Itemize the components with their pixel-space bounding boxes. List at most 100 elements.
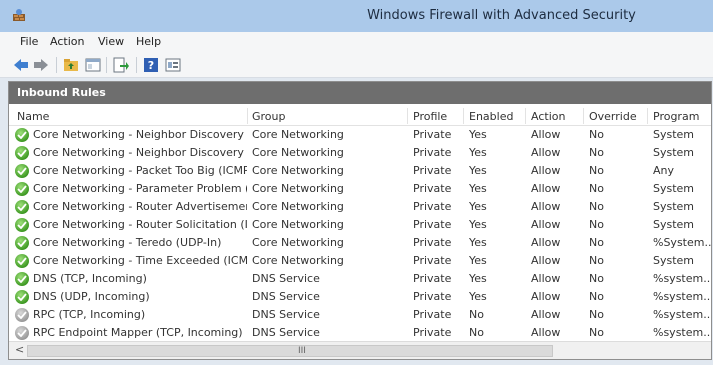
cell-name: Core Networking - Parameter Problem (I..…: [33, 182, 247, 195]
cell-name: Core Networking - Teredo (UDP-In): [33, 236, 222, 249]
cell-enabled: Yes: [469, 236, 487, 249]
inbound-rules-panel: Inbound Rules Name Group Profile Enabled…: [8, 81, 712, 360]
cell-enabled: Yes: [469, 164, 487, 177]
cell-program: %system...: [653, 308, 711, 321]
cell-action: Allow: [531, 182, 561, 195]
cell-group: Core Networking: [252, 218, 344, 231]
scroll-left-arrow[interactable]: <: [15, 343, 24, 356]
cell-override: No: [589, 326, 604, 339]
column-divider[interactable]: [407, 108, 408, 124]
cell-action: Allow: [531, 290, 561, 303]
table-row[interactable]: Core Networking - Neighbor Discovery A..…: [9, 126, 711, 144]
menu-file[interactable]: File: [20, 35, 38, 48]
cell-profile: Private: [413, 290, 452, 303]
cell-action: Allow: [531, 308, 561, 321]
scroll-thumb-grip: III: [298, 346, 306, 356]
cell-profile: Private: [413, 308, 452, 321]
cell-name: Core Networking - Neighbor Discovery S..…: [33, 146, 247, 159]
export-list-icon[interactable]: [112, 56, 130, 74]
rule-enabled-check-icon: [15, 290, 29, 304]
table-row[interactable]: RPC (TCP, Incoming) DNS Service Private No A…: [9, 306, 711, 324]
column-divider[interactable]: [647, 108, 648, 124]
cell-group: Core Networking: [252, 164, 344, 177]
rule-enabled-check-icon: [15, 200, 29, 214]
rule-enabled-check-icon: [15, 272, 29, 286]
toolbar-separator: [106, 57, 107, 73]
forward-arrow-icon[interactable]: [32, 56, 50, 74]
column-header-action[interactable]: Action: [531, 110, 565, 123]
cell-group: Core Networking: [252, 182, 344, 195]
cell-enabled: Yes: [469, 218, 487, 231]
cell-enabled: Yes: [469, 182, 487, 195]
cell-profile: Private: [413, 164, 452, 177]
cell-name: RPC Endpoint Mapper (TCP, Incoming): [33, 326, 243, 339]
up-folder-icon[interactable]: [62, 56, 80, 74]
cell-action: Allow: [531, 254, 561, 267]
cell-program: System: [653, 218, 695, 231]
table-row[interactable]: Core Networking - Parameter Problem (I..…: [9, 180, 711, 198]
column-header-name[interactable]: Name: [17, 110, 49, 123]
table-row[interactable]: DNS (UDP, Incoming) DNS Service Private Yes…: [9, 288, 711, 306]
cell-action: Allow: [531, 272, 561, 285]
cell-program: System: [653, 200, 695, 213]
menu-action[interactable]: Action: [50, 35, 84, 48]
horizontal-scrollbar[interactable]: < III: [9, 341, 711, 359]
rule-enabled-check-icon: [15, 182, 29, 196]
rule-enabled-check-icon: [15, 254, 29, 268]
rule-enabled-check-icon: [15, 218, 29, 232]
rule-enabled-check-icon: [15, 236, 29, 250]
cell-action: Allow: [531, 236, 561, 249]
column-header-group[interactable]: Group: [252, 110, 286, 123]
table-row[interactable]: Core Networking - Router Advertisement..…: [9, 198, 711, 216]
column-divider[interactable]: [525, 108, 526, 124]
cell-program: System: [653, 146, 695, 159]
column-header-program[interactable]: Program: [653, 110, 699, 123]
menu-help[interactable]: Help: [136, 35, 161, 48]
scroll-thumb[interactable]: III: [27, 345, 553, 357]
title-bar[interactable]: Windows Firewall with Advanced Security: [0, 0, 713, 32]
column-header-profile[interactable]: Profile: [413, 110, 447, 123]
cell-program: Any: [653, 164, 675, 177]
column-divider[interactable]: [247, 108, 248, 124]
properties-icon[interactable]: [164, 56, 182, 74]
cell-action: Allow: [531, 218, 561, 231]
table-row[interactable]: Core Networking - Neighbor Discovery S..…: [9, 144, 711, 162]
cell-name: DNS (UDP, Incoming): [33, 290, 150, 303]
cell-enabled: Yes: [469, 200, 487, 213]
cell-name: Core Networking - Router Advertisement..…: [33, 200, 247, 213]
cell-override: No: [589, 200, 604, 213]
cell-program: %system...: [653, 272, 711, 285]
cell-program: %system...: [653, 290, 711, 303]
cell-enabled: Yes: [469, 272, 487, 285]
help-icon[interactable]: ?: [142, 56, 160, 74]
column-header-enabled[interactable]: Enabled: [469, 110, 513, 123]
content-area: Inbound Rules Name Group Profile Enabled…: [0, 78, 713, 365]
column-divider[interactable]: [463, 108, 464, 124]
cell-profile: Private: [413, 128, 452, 141]
cell-action: Allow: [531, 128, 561, 141]
show-hide-console-tree-icon[interactable]: [84, 56, 102, 74]
cell-profile: Private: [413, 200, 452, 213]
cell-group: DNS Service: [252, 272, 320, 285]
toolbar-separator: [56, 57, 57, 73]
cell-program: System: [653, 182, 695, 195]
cell-override: No: [589, 164, 604, 177]
table-row[interactable]: DNS (TCP, Incoming) DNS Service Private Yes…: [9, 270, 711, 288]
cell-profile: Private: [413, 326, 452, 339]
cell-profile: Private: [413, 218, 452, 231]
table-row[interactable]: Core Networking - Time Exceeded (ICMP...…: [9, 252, 711, 270]
table-row[interactable]: Core Networking - Teredo (UDP-In) Core Ne…: [9, 234, 711, 252]
menu-view[interactable]: View: [98, 35, 124, 48]
table-row[interactable]: Core Networking - Router Solicitation (I…: [9, 216, 711, 234]
table-row[interactable]: RPC Endpoint Mapper (TCP, Incoming) DNS S…: [9, 324, 711, 342]
cell-override: No: [589, 308, 604, 321]
back-arrow-icon[interactable]: [12, 56, 30, 74]
column-divider[interactable]: [583, 108, 584, 124]
cell-group: Core Networking: [252, 200, 344, 213]
cell-enabled: No: [469, 308, 484, 321]
rule-enabled-check-icon: [15, 146, 29, 160]
cell-profile: Private: [413, 182, 452, 195]
table-row[interactable]: Core Networking - Packet Too Big (ICMP..…: [9, 162, 711, 180]
column-header-override[interactable]: Override: [589, 110, 637, 123]
cell-profile: Private: [413, 254, 452, 267]
